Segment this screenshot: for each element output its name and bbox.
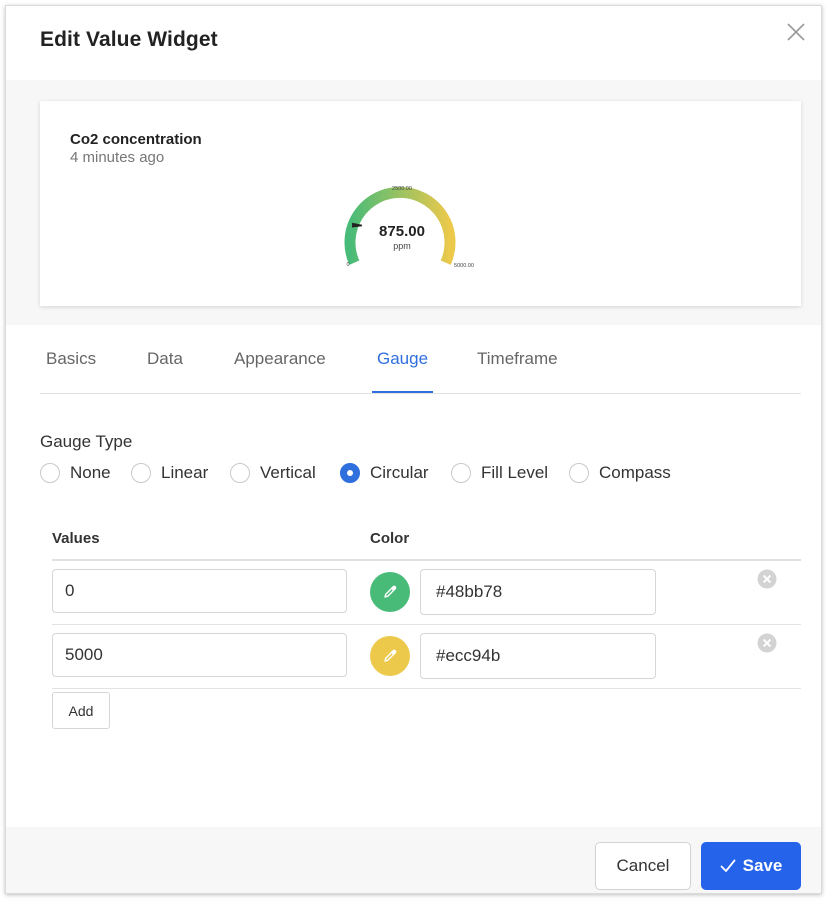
table-row [52,625,801,689]
close-icon[interactable] [786,22,806,42]
hex-color-input[interactable] [420,569,656,615]
table-row [52,561,801,625]
settings-body: Basics Data Appearance Gauge Timeframe G… [6,325,821,827]
add-stop-button[interactable]: Add [52,692,110,729]
tab-timeframe[interactable]: Timeframe [477,349,558,369]
widget-preview-card: Co2 concentration 4 minutes ago 875.00 p… [40,101,801,306]
color-column-header: Color [370,530,410,547]
radio-circular[interactable]: Circular [340,463,429,483]
widget-preview-area: Co2 concentration 4 minutes ago 875.00 p… [6,80,821,325]
radio-button[interactable] [40,463,60,483]
radio-label: Vertical [260,463,316,482]
values-column-header: Values [52,530,100,547]
radio-button[interactable] [569,463,589,483]
radio-label: Fill Level [481,463,549,482]
tab-gauge[interactable]: Gauge [377,349,428,369]
radio-button[interactable] [451,463,471,483]
radio-label: Linear [161,463,209,482]
gauge-max-label: 5000.00 [454,263,474,269]
edit-value-widget-dialog: Edit Value Widget Co2 concentration 4 mi… [5,5,822,894]
widget-name: Co2 concentration [70,131,202,148]
radio-button-selected[interactable] [340,463,360,483]
check-icon [720,859,736,872]
value-input[interactable] [52,633,347,677]
radio-label: None [70,463,111,482]
tab-appearance[interactable]: Appearance [234,349,326,369]
tab-basics[interactable]: Basics [46,349,96,369]
widget-last-update: 4 minutes ago [70,149,165,166]
remove-circle-icon[interactable] [757,633,777,653]
save-label: Save [742,856,783,875]
gauge-type-radio-group: None Linear Vertical Circular Fill Level… [40,463,740,487]
radio-vertical[interactable]: Vertical [230,463,316,483]
gauge-min-label: 0 [346,262,349,268]
radio-fill-level[interactable]: Fill Level [451,463,548,483]
save-button[interactable]: Save [701,842,801,890]
hex-color-input[interactable] [420,633,656,679]
tab-data[interactable]: Data [147,349,183,369]
cancel-button[interactable]: Cancel [595,842,691,890]
circular-gauge: 875.00 ppm 2500.00 0 5000.00 [344,186,474,269]
radio-label: Compass [599,463,671,482]
radio-label: Circular [370,463,429,482]
eyedropper-icon[interactable] [370,636,410,676]
settings-tabs: Basics Data Appearance Gauge Timeframe [40,325,801,394]
dialog-header: Edit Value Widget [6,6,821,80]
gauge-type-label: Gauge Type [40,432,133,451]
radio-compass[interactable]: Compass [569,463,671,483]
gauge-mid-label: 2500.00 [392,186,412,192]
radio-linear[interactable]: Linear [131,463,208,483]
dialog-title: Edit Value Widget [40,28,218,51]
dialog-footer: Cancel Save [6,827,821,893]
radio-button[interactable] [230,463,250,483]
value-input[interactable] [52,569,347,613]
gauge-value: 875.00 [379,223,425,240]
radio-none[interactable]: None [40,463,111,483]
active-tab-indicator [372,391,433,393]
eyedropper-icon[interactable] [370,572,410,612]
radio-button[interactable] [131,463,151,483]
gauge-unit: ppm [393,241,411,251]
remove-circle-icon[interactable] [757,569,777,589]
